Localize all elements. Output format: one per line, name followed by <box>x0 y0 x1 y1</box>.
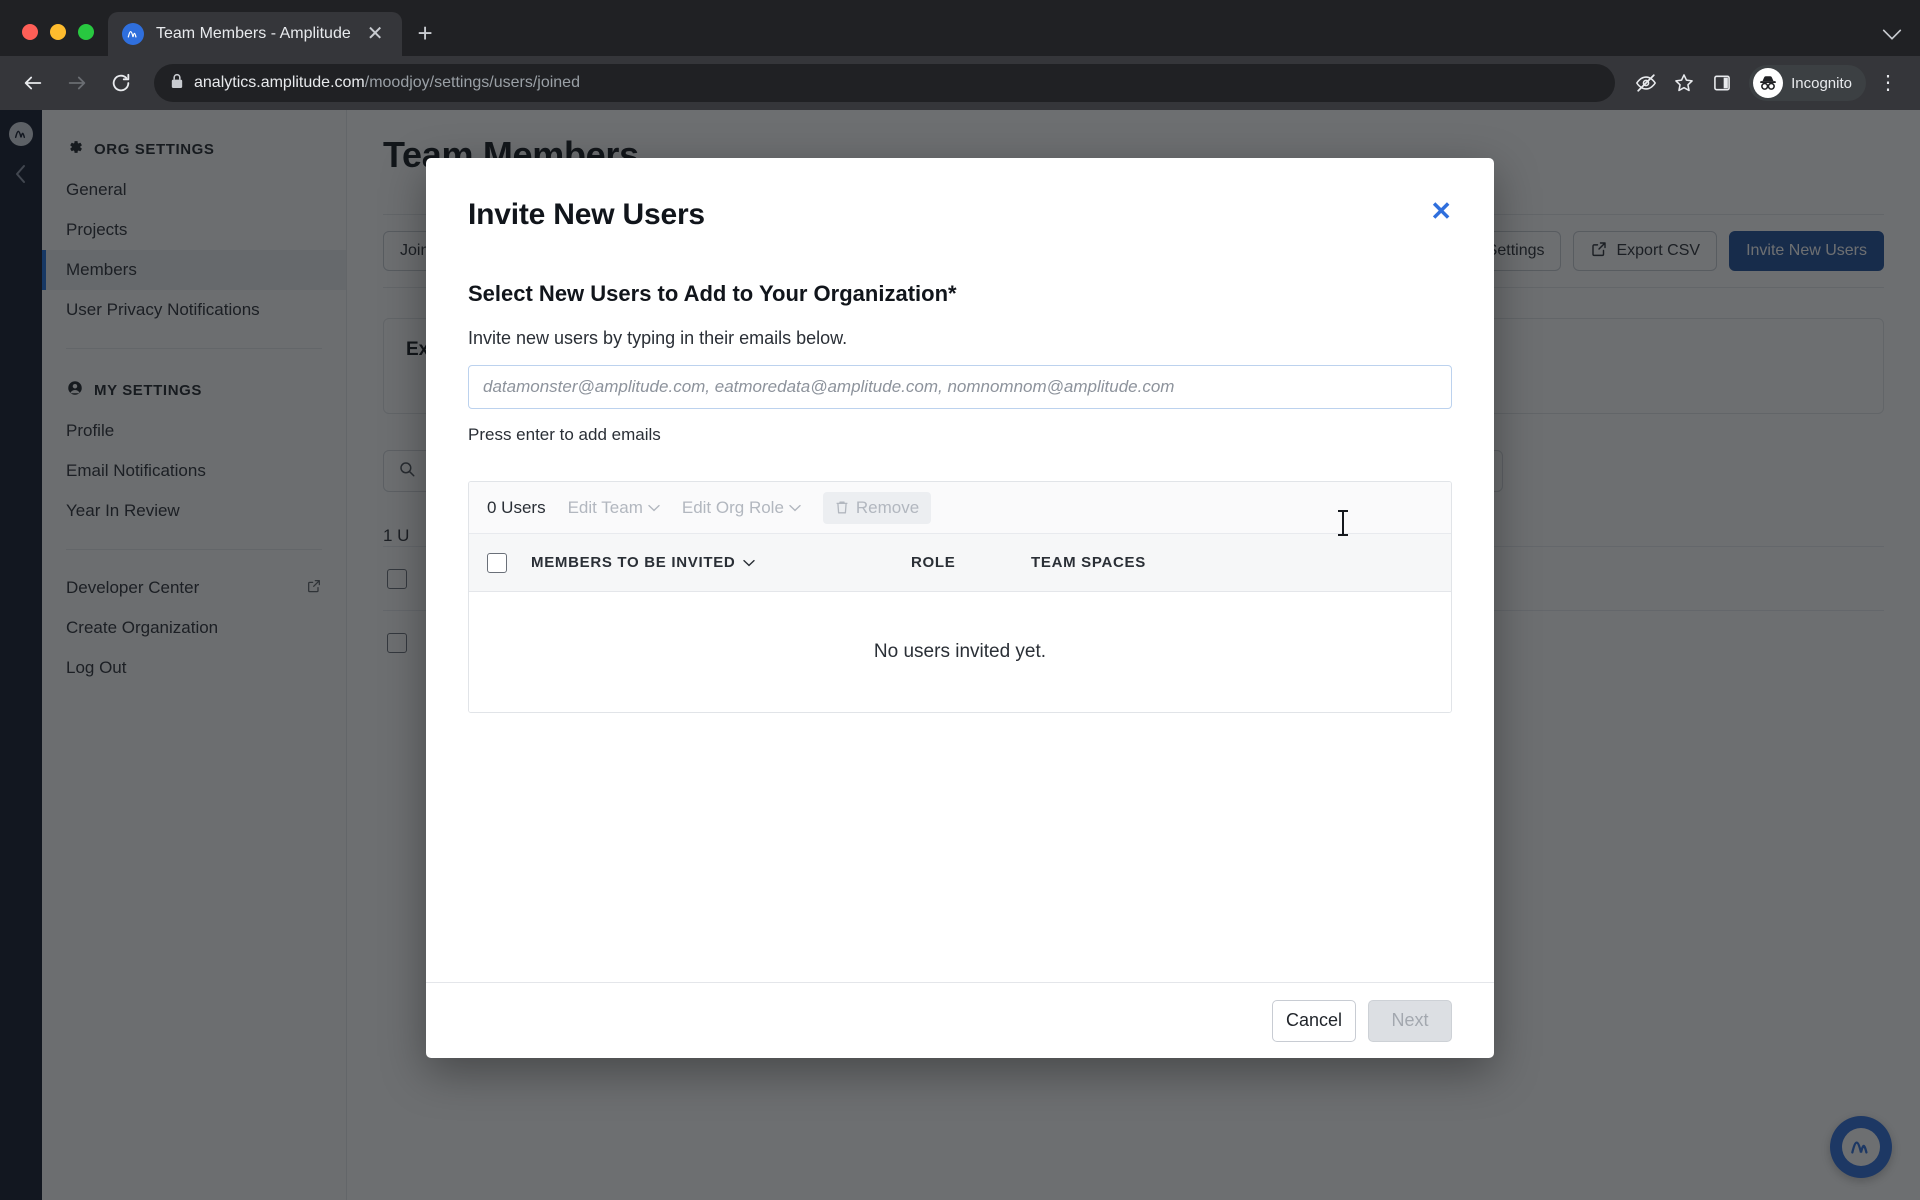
column-label: TEAM SPACES <box>1031 554 1146 571</box>
edit-team-label: Edit Team <box>567 497 643 517</box>
email-input[interactable] <box>468 365 1452 409</box>
browser-toolbar: analytics.amplitude.com/moodjoy/settings… <box>0 56 1920 110</box>
edit-team-dropdown[interactable]: Edit Team <box>568 498 660 518</box>
invite-new-users-modal: Invite New Users ✕ Select New Users to A… <box>426 158 1494 1058</box>
browser-window: Team Members - Amplitude ✕ + analytics.a… <box>0 0 1920 1200</box>
select-all-checkbox-cell <box>487 552 531 573</box>
chevron-down-icon <box>648 504 660 511</box>
amplitude-logo-icon <box>122 23 144 45</box>
page-viewport: ORG SETTINGS General Projects Members Us… <box>0 110 1920 1200</box>
incognito-icon <box>1753 68 1784 98</box>
column-label: ROLE <box>911 554 956 571</box>
minimize-window-button[interactable] <box>50 24 66 40</box>
edit-org-role-label: Edit Org Role <box>681 497 784 517</box>
next-button: Next <box>1368 999 1452 1042</box>
lock-icon <box>170 73 184 94</box>
reload-button[interactable] <box>102 64 140 102</box>
email-input-hint: Press enter to add emails <box>468 425 661 444</box>
close-window-button[interactable] <box>22 24 38 40</box>
modal-title: Invite New Users <box>468 198 705 231</box>
toolbar-icon-group: Incognito ⋮ <box>1629 65 1906 101</box>
address-bar[interactable]: analytics.amplitude.com/moodjoy/settings… <box>154 64 1616 102</box>
column-role: ROLE <box>911 554 1031 571</box>
chevron-down-icon <box>789 504 801 511</box>
remove-label: Remove <box>855 497 920 517</box>
column-label: MEMBERS TO BE INVITED <box>531 554 736 571</box>
table-toolbar: 0 Users Edit Team Edit Org Role Remove <box>469 482 1451 534</box>
browser-tab[interactable]: Team Members - Amplitude ✕ <box>108 12 402 56</box>
modal-body: Invite New Users ✕ Select New Users to A… <box>426 158 1494 982</box>
table-header-row: MEMBERS TO BE INVITED ROLE TEAM SPACES <box>469 534 1451 592</box>
forward-button <box>58 64 96 102</box>
remove-button[interactable]: Remove <box>822 491 932 524</box>
star-icon[interactable] <box>1667 66 1701 100</box>
kebab-menu-icon[interactable]: ⋮ <box>1870 73 1906 93</box>
profile-chip[interactable]: Incognito <box>1749 65 1866 101</box>
edit-org-role-dropdown[interactable]: Edit Org Role <box>682 498 801 518</box>
table-empty-state: No users invited yet. <box>469 592 1451 712</box>
column-members-to-be-invited[interactable]: MEMBERS TO BE INVITED <box>531 554 911 571</box>
modal-subtitle: Select New Users to Add to Your Organiza… <box>468 281 957 306</box>
tab-title: Team Members - Amplitude <box>156 25 351 42</box>
column-team-spaces: TEAM SPACES <box>1031 554 1433 571</box>
url-host: analytics.amplitude.com <box>194 74 365 91</box>
tab-strip: Team Members - Amplitude ✕ + <box>0 0 1920 56</box>
side-panel-icon[interactable] <box>1705 66 1739 100</box>
chevron-down-icon <box>743 559 756 566</box>
url-path: /moodjoy/settings/users/joined <box>364 74 580 91</box>
chevron-down-icon[interactable] <box>1882 25 1902 46</box>
cancel-button[interactable]: Cancel <box>1272 999 1356 1042</box>
trash-icon <box>836 501 848 514</box>
invited-members-table: 0 Users Edit Team Edit Org Role Remove M… <box>468 481 1452 713</box>
back-button[interactable] <box>14 64 52 102</box>
close-icon[interactable]: ✕ <box>1430 198 1452 224</box>
selected-users-count: 0 Users <box>487 497 546 517</box>
modal-help-text: Invite new users by typing in their emai… <box>468 328 848 348</box>
text-cursor <box>1338 510 1348 536</box>
eye-off-icon[interactable] <box>1629 66 1663 100</box>
maximize-window-button[interactable] <box>78 24 94 40</box>
profile-label: Incognito <box>1791 74 1852 92</box>
window-traffic-lights <box>12 24 108 56</box>
modal-footer: Cancel Next <box>426 982 1494 1058</box>
url-text: analytics.amplitude.com/moodjoy/settings… <box>194 74 580 92</box>
plus-icon[interactable]: + <box>418 20 433 46</box>
close-icon[interactable]: ✕ <box>363 24 388 44</box>
select-all-checkbox[interactable] <box>487 552 507 573</box>
